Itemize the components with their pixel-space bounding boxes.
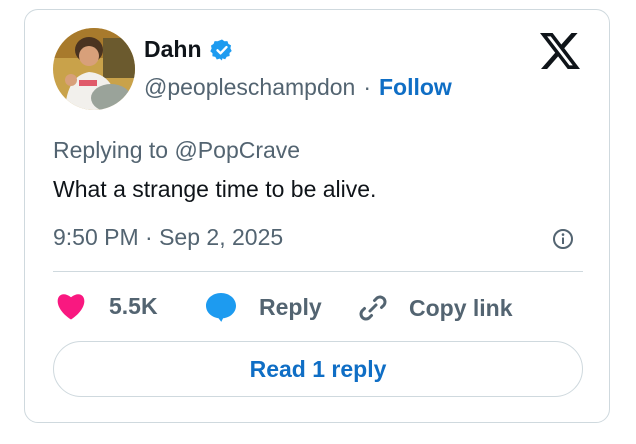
verified-badge-icon: [209, 39, 232, 60]
avatar[interactable]: [53, 28, 135, 110]
copy-link-button[interactable]: Copy link: [357, 292, 513, 324]
reply-label: Reply: [259, 293, 322, 320]
replying-to[interactable]: Replying to @PopCrave: [53, 137, 300, 164]
tweet-text: What a strange time to be alive.: [53, 176, 377, 202]
speech-bubble-icon: [206, 293, 236, 322]
reply-button[interactable]: Reply: [205, 292, 322, 322]
author-name[interactable]: Dahn: [144, 36, 202, 63]
author-handle[interactable]: @peopleschampdon: [144, 74, 355, 101]
like-button[interactable]: 5.5K: [55, 292, 158, 320]
author-name-row[interactable]: Dahn: [144, 36, 234, 63]
read-replies-label: Read 1 reply: [249, 355, 387, 382]
info-icon[interactable]: [552, 228, 574, 250]
x-logo-icon[interactable]: [540, 33, 580, 69]
follow-button[interactable]: Follow: [379, 74, 452, 101]
tweet-timestamp[interactable]: 9:50 PM · Sep 2, 2025: [53, 224, 283, 251]
read-replies-button[interactable]: Read 1 reply: [53, 341, 583, 397]
like-count: 5.5K: [109, 292, 158, 319]
link-icon: [359, 295, 387, 321]
separator-dot: ·: [363, 74, 371, 100]
heart-icon: [57, 294, 85, 320]
copy-link-label: Copy link: [409, 294, 513, 321]
divider: [53, 271, 583, 272]
handle-row: @peopleschampdon · Follow: [144, 74, 452, 101]
